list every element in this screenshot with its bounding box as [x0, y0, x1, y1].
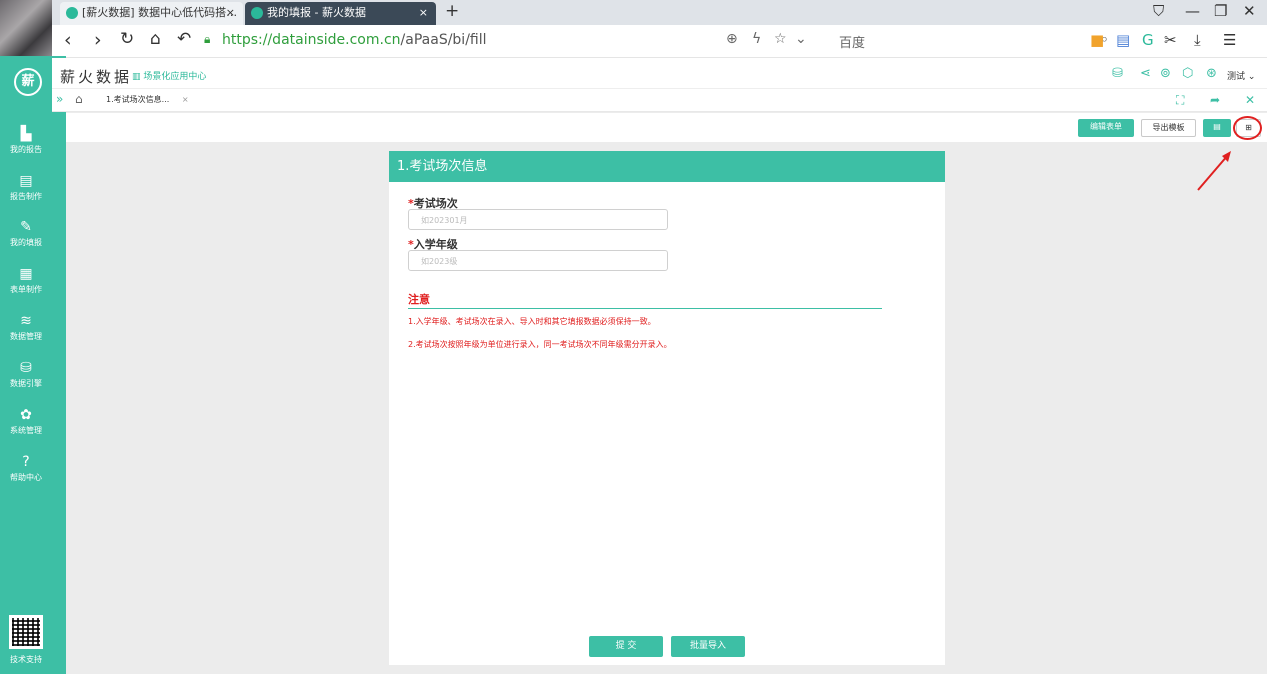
reload-icon[interactable]: ↻	[120, 29, 134, 49]
app-header: 薪火数据 ▥ 场景化应用中心 ⛁ ⋖ ⊚ ⬡ ⊛ 测试 ⌄	[52, 58, 1267, 89]
page-tab-bar: » ⌂ 1.考试场次信息... × ⛶ ➦ ✕	[52, 89, 1267, 112]
back-icon[interactable]: ‹	[64, 29, 72, 51]
close-tab-icon[interactable]: ×	[182, 95, 189, 104]
edit-form-button[interactable]: 编辑表单	[1078, 119, 1134, 137]
share-arrow-icon[interactable]: ➦	[1210, 93, 1220, 107]
browser-tab-datainside[interactable]: [薪火数据] 数据中心低代码搭… ×	[60, 2, 243, 25]
datainside-favicon-icon	[66, 7, 78, 19]
database-icon[interactable]: ⛁	[1112, 66, 1123, 81]
translate-icon[interactable]: G	[1142, 31, 1154, 49]
url-field[interactable]: https://datainside.com.cn/aPaaS/bi/fill	[222, 32, 487, 48]
cube-icon[interactable]: ⬡	[1182, 66, 1193, 81]
scene-center-link[interactable]: ▥ 场景化应用中心	[132, 69, 206, 82]
expand-sidebar-icon[interactable]: »	[56, 92, 63, 106]
skin-icon[interactable]: ⛉	[1153, 2, 1164, 20]
new-tab-icon[interactable]: +	[445, 1, 459, 21]
qr-code-icon	[9, 615, 43, 649]
sidebar-item-data-engine[interactable]: ⛁ 数据引擎	[0, 360, 52, 389]
home-icon[interactable]: ⌂	[75, 92, 83, 106]
extension-icon[interactable]: ▤	[1116, 31, 1130, 49]
form-card: 1.考试场次信息 *考试场次 如202301月 *入学年级 如2023级 注意 …	[389, 151, 945, 665]
fullscreen-icon[interactable]: ⛶	[1176, 93, 1184, 108]
batch-import-button[interactable]: 批量导入	[671, 636, 745, 657]
zoom-icon[interactable]: ⊕	[726, 31, 738, 47]
avatar[interactable]	[0, 0, 52, 56]
logo-icon[interactable]: 薪	[14, 68, 42, 96]
star-icon[interactable]: ☆	[774, 31, 787, 47]
menu-icon[interactable]: ☰	[1223, 31, 1236, 49]
close-icon[interactable]: ✕	[1245, 93, 1255, 107]
sidebar-item-form-builder[interactable]: ▦ 表单制作	[0, 266, 52, 295]
address-bar: ‹ › ↻ ⌂ ↶ 🔒︎ https://datainside.com.cn/a…	[52, 25, 1267, 58]
home-icon[interactable]: ⌂	[150, 29, 161, 49]
help-icon[interactable]: ⊚	[1160, 66, 1171, 81]
close-tab-icon[interactable]: ×	[419, 2, 428, 24]
gear-icon: ✿	[20, 407, 32, 423]
form-title: 1.考试场次信息	[389, 151, 945, 182]
help-icon: ?	[22, 454, 30, 470]
submit-button[interactable]: 提 交	[589, 636, 663, 657]
lightning-icon[interactable]: ϟ	[752, 31, 761, 47]
browser-tab-label: [薪火数据] 数据中心低代码搭…	[82, 6, 238, 19]
search-input[interactable]: 百度 ⌕	[825, 30, 1108, 52]
export-template-button[interactable]: 导出模板	[1141, 119, 1196, 137]
form-icon: ▦	[19, 266, 33, 282]
sidebar-item-my-fill[interactable]: ✎ 我的填报	[0, 219, 52, 248]
undo-icon[interactable]: ↶	[177, 29, 191, 49]
sidebar-item-data-management[interactable]: ≋ 数据管理	[0, 313, 52, 342]
sidebar-item-report-builder[interactable]: ▤ 报告制作	[0, 173, 52, 202]
browser-tab-label: 我的填报 - 薪火数据	[267, 6, 366, 19]
page-tab-exam-session[interactable]: 1.考试场次信息... ×	[96, 89, 199, 111]
restore-icon[interactable]: ❐	[1214, 2, 1227, 20]
document-view-button[interactable]: ▤	[1203, 119, 1231, 137]
report-icon: ▙	[20, 126, 32, 142]
user-icon[interactable]: ⊛	[1206, 66, 1217, 81]
red-arrow-annotation	[1197, 151, 1231, 191]
engine-icon: ⛁	[20, 360, 32, 376]
minimize-icon[interactable]: —	[1185, 2, 1200, 20]
share-icon[interactable]: ⋖	[1140, 66, 1151, 81]
sidebar-item-system-management[interactable]: ✿ 系统管理	[0, 407, 52, 436]
highlight-circle	[1233, 116, 1262, 140]
note-title: 注意	[408, 293, 430, 306]
browser-tab-bar: [薪火数据] 数据中心低代码搭… × 我的填报 - 薪火数据 × + ⛉ — ❐…	[0, 0, 1267, 25]
close-tab-icon[interactable]: ×	[226, 2, 235, 24]
download-icon[interactable]: ⤓	[1194, 31, 1201, 49]
app-title: 薪火数据	[60, 68, 133, 86]
cut-icon[interactable]: ✂	[1164, 31, 1177, 49]
chevron-down-icon[interactable]: ⌄	[795, 31, 807, 47]
sidebar-item-help-center[interactable]: ? 帮助中心	[0, 454, 52, 483]
lock-icon: 🔒︎	[204, 32, 211, 46]
document-icon: ▤	[19, 173, 33, 189]
close-window-icon[interactable]: ✕	[1243, 2, 1256, 20]
exam-session-input[interactable]: 如202301月	[408, 209, 668, 230]
note-divider	[408, 308, 882, 309]
database-icon: ≋	[20, 313, 32, 329]
note-item: 2.考试场次按照年级为单位进行录入，同一考试场次不同年级需分开录入。	[408, 340, 672, 349]
forward-icon[interactable]: ›	[94, 29, 102, 51]
datainside-favicon-icon	[251, 7, 263, 19]
sidebar-item-my-reports[interactable]: ▙ 我的报告	[0, 126, 52, 155]
sidebar: 薪 ▙ 我的报告 ▤ 报告制作 ✎ 我的填报 ▦ 表单制作 ≋ 数据管理 ⛁ 数…	[0, 56, 66, 674]
browser-tab-my-fill[interactable]: 我的填报 - 薪火数据 ×	[245, 2, 436, 25]
support-label: 技术支持	[10, 655, 42, 664]
toolbar: 编辑表单 导出模板 ▤ ⊞	[66, 113, 1267, 142]
username[interactable]: 测试 ⌄	[1227, 69, 1255, 82]
enrollment-grade-input[interactable]: 如2023级	[408, 250, 668, 271]
note-item: 1.入学年级、考试场次在录入、导入时和其它填报数据必须保持一致。	[408, 317, 656, 326]
edit-icon: ✎	[20, 219, 32, 235]
apps-icon[interactable]: ■	[1090, 31, 1104, 49]
